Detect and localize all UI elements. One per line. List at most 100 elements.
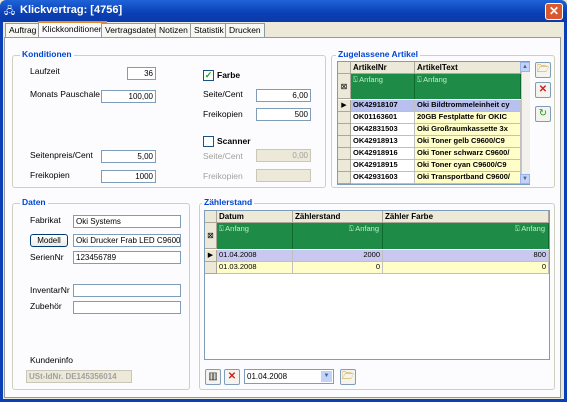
tab-drucken[interactable]: Drucken (225, 23, 265, 37)
zaehler-filter-datum[interactable]: ⍂ Anfang (217, 223, 293, 235)
artikel-row-header[interactable]: ▶ (338, 100, 351, 112)
dropdown-arrow-icon[interactable]: ▼ (321, 371, 332, 382)
zaehler-row-header[interactable]: ▶ (205, 250, 217, 262)
zaehler-cell-datum[interactable]: 01.04.2008 (217, 250, 293, 262)
zaehler-col-farbe[interactable]: Zähler Farbe (383, 211, 549, 223)
refresh-icon[interactable]: ↻ (535, 106, 551, 122)
zaehler-filter-farbe[interactable]: ⍂ Anfang (383, 223, 549, 235)
artikel-cell-nr[interactable]: OK42918915 (351, 160, 415, 172)
zaehler-filter-value-farbe[interactable] (383, 235, 549, 249)
zaehler-col-stand[interactable]: Zählerstand (293, 211, 383, 223)
scanner-seite-label: Seite/Cent (203, 151, 243, 161)
artikel-cell-text[interactable]: Oki Toner schwarz C9600/ (415, 148, 521, 160)
tab-vertragsdaten[interactable]: Vertragsdaten (101, 23, 162, 37)
window-title: Klickvertrag: [4756] (20, 4, 123, 16)
tab-auftrag[interactable]: Auftrag (5, 23, 41, 37)
kundeninfo-field[interactable]: USt-IdNr. DE145356014 (26, 370, 132, 383)
artikel-col-text[interactable]: ArtikelText (415, 62, 521, 74)
delete-row-icon[interactable]: ✕ (224, 369, 240, 385)
artikel-filter-text[interactable]: ⍂ Anfang (415, 74, 521, 86)
artikel-scrollbar[interactable] (521, 62, 530, 184)
artikel-cell-text[interactable]: Oki Toner cyan C9600/C9 (415, 160, 521, 172)
artikel-row-header[interactable] (338, 148, 351, 160)
artikel-filter-nr-text: Anfang (359, 75, 383, 84)
zaehler-filter-value-datum[interactable] (217, 235, 293, 249)
pauschale-label: Monats Pauschale (30, 89, 100, 99)
zaehler-row-header[interactable] (205, 262, 217, 274)
artikel-filter-text-text: Anfang (423, 75, 447, 84)
artikel-cell-text[interactable]: 20GB Festplatte für OKIC (415, 112, 521, 124)
laufzeit-label: Laufzeit (30, 66, 60, 76)
barcode-icon[interactable]: ▥ (205, 369, 221, 385)
zaehler-col-datum[interactable]: Datum (217, 211, 293, 223)
app-icon: 🖧 (4, 6, 16, 17)
zaehler-cell-stand[interactable]: 0 (293, 262, 383, 274)
zaehler-filter-stand-text: Anfang (355, 224, 379, 233)
datum-picker[interactable]: 01.04.2008 ▼ (244, 369, 334, 384)
fabrikat-field[interactable]: Oki Systems (73, 215, 181, 228)
freikopien-field[interactable]: 1000 (101, 170, 156, 183)
artikel-cell-nr[interactable]: OK42918107 (351, 100, 415, 112)
artikel-cell-text[interactable]: Oki Transportband C9600/ (415, 172, 521, 184)
zaehler-cell-farbe[interactable]: 800 (383, 250, 549, 262)
seriennr-field[interactable]: 123456789 (73, 251, 181, 264)
artikel-cell-nr[interactable]: OK01163601 (351, 112, 415, 124)
zaehler-filter-row-icon[interactable]: ⊠ (205, 223, 217, 249)
artikel-grid-corner (338, 62, 351, 74)
zaehler-cell-stand[interactable]: 2000 (293, 250, 383, 262)
pauschale-field[interactable]: 100,00 (101, 90, 156, 103)
artikel-cell-text[interactable]: Oki Toner gelb C9600/C9 (415, 136, 521, 148)
scroll-up-arrow[interactable]: ▲ (520, 62, 530, 72)
artikel-filter-value-text[interactable] (415, 86, 521, 99)
zaehler-filter-farbe-text: Anfang (521, 224, 545, 233)
filter-row-header-icon[interactable]: ⊠ (338, 74, 351, 99)
seitenpreis-field[interactable]: 5,00 (101, 150, 156, 163)
farbe-checkbox[interactable]: ✓ (203, 70, 214, 81)
artikel-filter-nr[interactable]: ⍂ Anfang (351, 74, 415, 86)
artikel-row-header[interactable] (338, 172, 351, 184)
scroll-down-arrow[interactable]: ▼ (520, 174, 530, 184)
artikel-cell-nr[interactable]: OK42918916 (351, 148, 415, 160)
daten-title: Daten (20, 197, 48, 207)
artikel-title: Zugelassene Artikel (336, 49, 420, 59)
scanner-checkbox[interactable] (203, 136, 214, 147)
farbe-seite-field[interactable]: 6,00 (256, 89, 311, 102)
artikel-filter-value-nr[interactable] (351, 86, 415, 99)
tab-statistik[interactable]: Statistik (190, 23, 228, 37)
artikel-row-header[interactable] (338, 160, 351, 172)
open-folder-icon-2[interactable]: 🗁 (340, 369, 356, 385)
close-button[interactable]: ✕ (545, 3, 563, 20)
scanner-label: Scanner (217, 136, 251, 146)
delete-icon[interactable]: ✕ (535, 82, 551, 98)
scanner-freikopien-field[interactable] (256, 169, 311, 182)
zaehler-filter-value-stand[interactable] (293, 235, 383, 249)
artikel-row-header[interactable] (338, 112, 351, 124)
zaehler-cell-datum[interactable]: 01.03.2008 (217, 262, 293, 274)
farbe-freikopien-field[interactable]: 500 (256, 108, 311, 121)
farbe-seite-label: Seite/Cent (203, 89, 243, 99)
modell-field[interactable]: Oki Drucker Frab LED C9600d (73, 234, 181, 247)
laufzeit-field[interactable]: 36 (127, 67, 156, 80)
tab-notizen[interactable]: Notizen (155, 23, 192, 37)
inventarnr-label: InventarNr (30, 285, 70, 295)
artikel-cell-text[interactable]: Oki Bildtrommeleinheit cy (415, 100, 521, 112)
artikel-cell-nr[interactable]: OK42931603 (351, 172, 415, 184)
zubehoer-field[interactable] (73, 301, 181, 314)
seitenpreis-label: Seitenpreis/Cent (30, 150, 93, 160)
scanner-seite-field[interactable]: 0,00 (256, 149, 311, 162)
artikel-cell-nr[interactable]: OK42918913 (351, 136, 415, 148)
open-folder-icon[interactable]: 🗁 (535, 62, 551, 78)
freikopien-label: Freikopien (30, 170, 70, 180)
artikel-row-header[interactable] (338, 136, 351, 148)
modell-button[interactable]: Modell (30, 234, 68, 247)
artikel-row-header[interactable] (338, 124, 351, 136)
inventarnr-field[interactable] (73, 284, 181, 297)
artikel-cell-nr[interactable]: OK42831503 (351, 124, 415, 136)
zaehlerstand-title: Zählerstand (202, 197, 255, 207)
artikel-col-nr[interactable]: ArtikelNr (351, 62, 415, 74)
tab-klickkonditionen[interactable]: Klickkonditionen (38, 21, 108, 38)
zaehler-cell-farbe[interactable]: 0 (383, 262, 549, 274)
artikel-cell-text[interactable]: Oki Großraumkassette 3x (415, 124, 521, 136)
zaehler-grid-corner (205, 211, 217, 223)
zaehler-filter-stand[interactable]: ⍂ Anfang (293, 223, 383, 235)
